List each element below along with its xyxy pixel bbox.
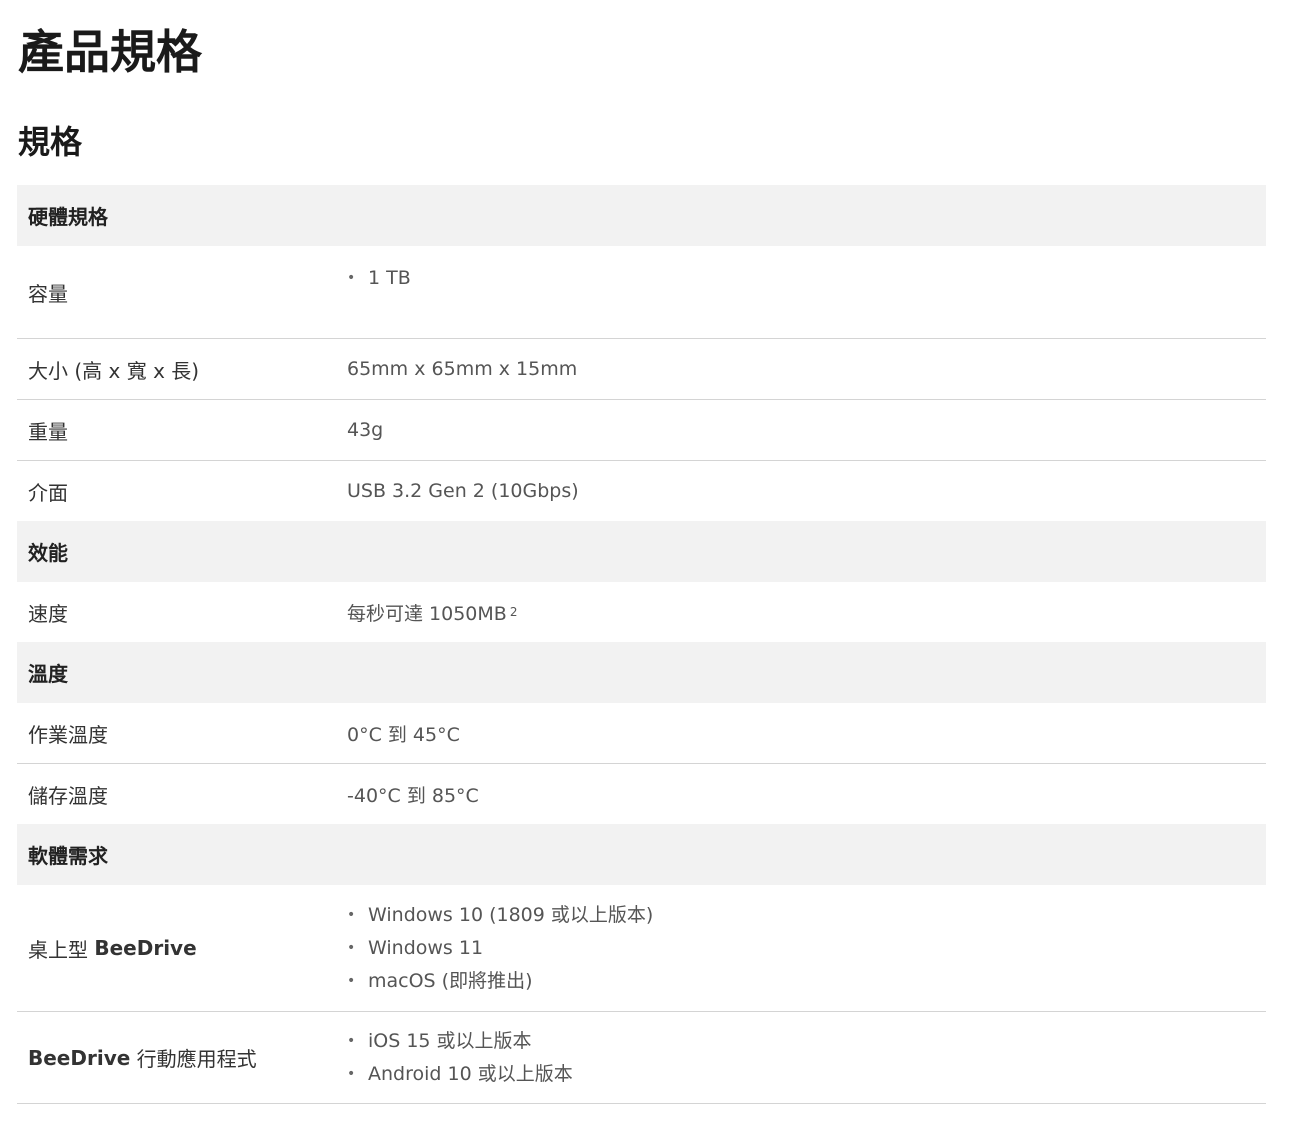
spec-row-operating-temp: 作業溫度 0°C 到 45°C (17, 703, 1266, 764)
spec-label-brand: BeeDrive (94, 936, 197, 960)
spec-group-title: 效能 (28, 541, 68, 565)
spec-group-title: 溫度 (28, 662, 68, 686)
spec-group-header-temperature: 溫度 (17, 642, 1266, 703)
spec-group-title: 硬體規格 (28, 205, 108, 229)
spec-value: 1 TB (347, 246, 411, 338)
spec-value-item: Android 10 或以上版本 (347, 1058, 573, 1091)
spec-row-desktop-beedrive: 桌上型 BeeDrive Windows 10 (1809 或以上版本) Win… (17, 885, 1266, 1012)
spec-row-speed: 速度 每秒可達 1050MB 2 (17, 582, 1266, 642)
spec-value: Windows 10 (1809 或以上版本) Windows 11 macOS… (347, 885, 653, 1011)
spec-value: USB 3.2 Gen 2 (10Gbps) (347, 480, 579, 502)
spec-label: 重量 (28, 419, 68, 444)
spec-value-list: 1 TB (347, 262, 411, 295)
spec-row-storage-temp: 儲存溫度 -40°C 到 85°C (17, 764, 1266, 824)
spec-row-capacity: 容量 1 TB (17, 246, 1266, 339)
spec-group-header-hardware: 硬體規格 (17, 185, 1266, 246)
spec-value-list: iOS 15 或以上版本 Android 10 或以上版本 (347, 1025, 573, 1091)
spec-label: 介面 (28, 480, 68, 505)
spec-value: 43g (347, 419, 384, 441)
spec-row-dimensions: 大小 (高 x 寬 x 長) 65mm x 65mm x 15mm (17, 339, 1266, 400)
spec-value: 0°C 到 45°C (347, 723, 460, 746)
spec-value: iOS 15 或以上版本 Android 10 或以上版本 (347, 1012, 573, 1103)
spec-label: 作業溫度 (28, 722, 108, 747)
section-title: 規格 (18, 123, 83, 161)
spec-group-header-performance: 效能 (17, 521, 1266, 582)
spec-label: 儲存溫度 (28, 783, 108, 808)
spec-value-item: Windows 11 (347, 932, 653, 965)
spec-label-prefix: 桌上型 (28, 937, 88, 962)
spec-value: 65mm x 65mm x 15mm (347, 358, 578, 380)
spec-table: 硬體規格 容量 1 TB 大小 (高 x 寬 x 長) 65mm x 65mm … (17, 185, 1266, 1104)
spec-group-header-software: 軟體需求 (17, 824, 1266, 885)
spec-label: BeeDrive 行動應用程式 (28, 1012, 257, 1103)
spec-value-item: Windows 10 (1809 或以上版本) (347, 899, 653, 932)
spec-value-item: 1 TB (347, 262, 411, 295)
spec-row-weight: 重量 43g (17, 400, 1266, 461)
spec-label-suffix: 行動應用程式 (136, 1047, 257, 1071)
spec-value: -40°C 到 85°C (347, 784, 479, 807)
spec-label: 桌上型 BeeDrive (28, 885, 197, 1011)
spec-row-mobile-app: BeeDrive 行動應用程式 iOS 15 或以上版本 Android 10 … (17, 1012, 1266, 1104)
page-title: 產品規格 (18, 25, 202, 79)
spec-value-list: Windows 10 (1809 或以上版本) Windows 11 macOS… (347, 899, 653, 998)
spec-row-interface: 介面 USB 3.2 Gen 2 (10Gbps) (17, 461, 1266, 521)
spec-label: 速度 (28, 601, 68, 626)
spec-label: 大小 (高 x 寬 x 長) (28, 358, 200, 383)
spec-value: 每秒可達 1050MB 2 (347, 582, 517, 642)
spec-value-item: iOS 15 或以上版本 (347, 1025, 573, 1058)
footnote-marker[interactable]: 2 (510, 605, 518, 619)
spec-label-brand: BeeDrive (28, 1045, 131, 1070)
spec-value-text: 每秒可達 1050MB (347, 602, 507, 625)
spec-group-title: 軟體需求 (28, 844, 108, 868)
spec-label: 容量 (28, 281, 68, 306)
spec-value-item: macOS (即將推出) (347, 965, 653, 998)
